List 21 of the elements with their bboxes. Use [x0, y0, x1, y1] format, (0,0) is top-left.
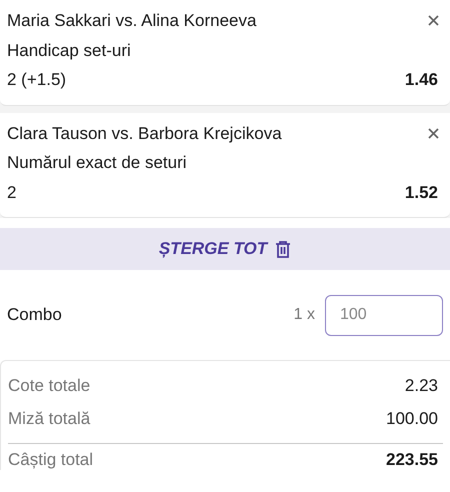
- selection: 2 (+1.5): [7, 69, 66, 91]
- stake-field[interactable]: 100: [325, 294, 443, 336]
- match-title: Clara Tauson vs. Barbora Krejcikova: [7, 122, 282, 144]
- odds: 1.52: [404, 182, 438, 204]
- combo-label: Combo: [7, 304, 63, 326]
- summary-label: Câștig total: [8, 450, 94, 470]
- close-icon[interactable]: [428, 15, 439, 26]
- match-title: Maria Sakkari vs. Alina Korneeva: [7, 10, 256, 32]
- summary-value: 100.00: [386, 408, 438, 430]
- market-name: Handicap set-uri: [7, 40, 131, 62]
- summary-value: 223.55: [386, 450, 438, 470]
- close-icon[interactable]: [428, 128, 439, 139]
- market-name: Numărul exact de seturi: [7, 152, 187, 174]
- stake-multiplier: 1 x: [294, 305, 315, 325]
- summary-value: 2.23: [404, 375, 438, 397]
- summary-label: Miză totală: [8, 408, 90, 430]
- odds: 1.46: [404, 69, 438, 91]
- selection: 2: [7, 182, 16, 204]
- clear-all-button[interactable]: ȘTERGE TOT: [0, 228, 450, 270]
- summary-label: Cote totale: [8, 375, 90, 397]
- trash-icon: [275, 240, 292, 258]
